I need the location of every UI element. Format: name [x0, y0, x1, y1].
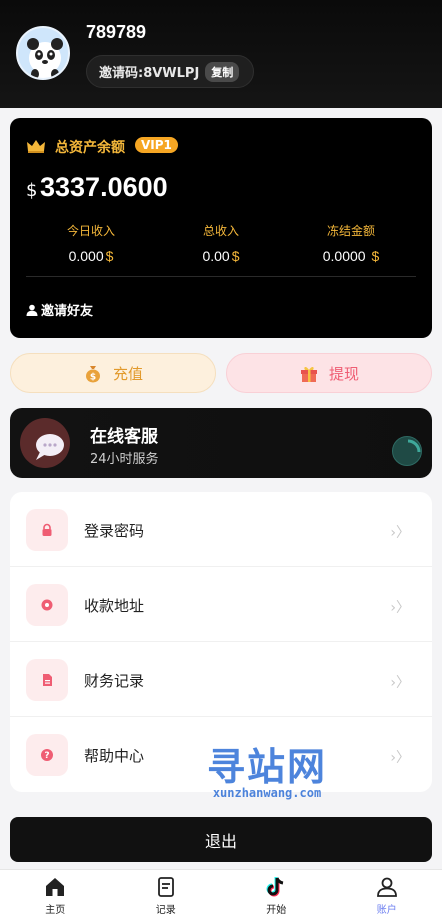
money-bag-icon: $ — [85, 366, 100, 383]
copy-button[interactable]: 复制 — [205, 61, 240, 82]
nav-item-home[interactable]: 主页 — [0, 870, 111, 922]
invite-friends-label: 邀请好友 — [41, 304, 94, 319]
nav-label: 账户 — [376, 905, 397, 916]
vip-badge: VIP1 — [135, 137, 178, 153]
svg-text:?: ? — [44, 751, 49, 761]
nav-label: 开始 — [266, 905, 287, 916]
divider — [26, 276, 416, 277]
tiktok-icon — [266, 877, 284, 897]
support-subtitle: 24小时服务 — [90, 452, 159, 467]
nav-item-account[interactable]: 账户 — [332, 870, 442, 922]
chevron-right-icon: ›〉 — [390, 750, 410, 766]
customer-service-banner[interactable]: 在线客服 24小时服务 — [10, 408, 432, 478]
user-icon — [26, 304, 38, 316]
stat-label: 今日收入 — [66, 224, 115, 238]
account-icon — [376, 877, 397, 897]
chevron-right-icon: ›〉 — [390, 675, 410, 691]
gift-icon — [300, 366, 317, 382]
invite-friends-link[interactable]: 邀请好友 — [26, 300, 93, 319]
menu-item-label: 财务记录 — [84, 672, 145, 690]
menu-item-financial-records[interactable]: 财务记录 ›〉 — [10, 642, 432, 717]
invite-code-pill: 邀请码:8VWLPJ 复制 — [86, 55, 254, 88]
menu-item-label: 收款地址 — [84, 597, 145, 615]
records-icon — [157, 877, 174, 897]
settings-menu: 登录密码 ›〉 收款地址 ›〉 财务记录 ›〉 ? 帮助中心 ›〉 — [10, 492, 432, 792]
stat-label: 冻结金额 — [326, 224, 375, 238]
document-icon — [26, 659, 68, 701]
nav-label: 主页 — [45, 905, 66, 916]
lock-icon — [26, 509, 68, 551]
stat-label: 总收入 — [202, 224, 239, 238]
loading-spinner-icon — [392, 436, 422, 466]
withdraw-button[interactable]: 提现 — [226, 353, 432, 393]
menu-item-payment-address[interactable]: 收款地址 ›〉 — [10, 567, 432, 642]
chevron-right-icon: ›〉 — [390, 525, 410, 541]
stat-value: 0.00 $ — [202, 248, 240, 264]
menu-item-label: 登录密码 — [84, 522, 145, 540]
chevron-right-icon: ›〉 — [390, 600, 410, 616]
stat-frozen-amount: 冻结金额 0.0000 $ — [286, 222, 416, 264]
svg-text:$: $ — [90, 373, 96, 383]
menu-item-login-password[interactable]: 登录密码 ›〉 — [10, 492, 432, 567]
balance-amount: 3337.0600 — [40, 172, 168, 202]
home-icon — [46, 878, 65, 896]
profile-header: 789789 邀请码:8VWLPJ 复制 — [0, 0, 442, 108]
chat-bubble-icon — [20, 418, 70, 468]
nav-label: 记录 — [155, 905, 176, 916]
invite-code-text: 邀请码:8VWLPJ — [99, 66, 200, 81]
recharge-label: 充值 — [112, 364, 143, 383]
asset-card: 总资产余额 VIP1 $ 3337.0600 今日收入 0.000 $ 总收入 0… — [10, 118, 432, 338]
address-icon — [26, 584, 68, 626]
username: 789789 — [86, 22, 147, 42]
recharge-button[interactable]: $ 充值 — [10, 353, 216, 393]
stat-total-income: 总收入 0.00 $ — [156, 222, 286, 264]
stat-today-income: 今日收入 0.000 $ — [26, 222, 156, 264]
stat-value: 0.0000 $ — [322, 248, 380, 264]
currency-symbol: $ — [26, 180, 38, 201]
crown-icon — [26, 138, 46, 158]
menu-item-label: 帮助中心 — [84, 747, 145, 765]
menu-item-help-center[interactable]: ? 帮助中心 ›〉 — [10, 717, 432, 792]
panda-avatar-image — [27, 38, 63, 78]
asset-title: 总资产余额 — [55, 140, 125, 156]
help-icon: ? — [26, 734, 68, 776]
nav-item-start[interactable]: 开始 — [221, 870, 332, 922]
nav-item-records[interactable]: 记录 — [111, 870, 222, 922]
logout-button[interactable]: 退出 — [10, 817, 432, 862]
bottom-nav: 主页 记录 开始 账户 — [0, 869, 442, 922]
stat-value: 0.000 $ — [68, 248, 114, 264]
support-title: 在线客服 — [90, 427, 158, 447]
withdraw-label: 提现 — [328, 364, 359, 383]
avatar[interactable] — [16, 26, 70, 80]
